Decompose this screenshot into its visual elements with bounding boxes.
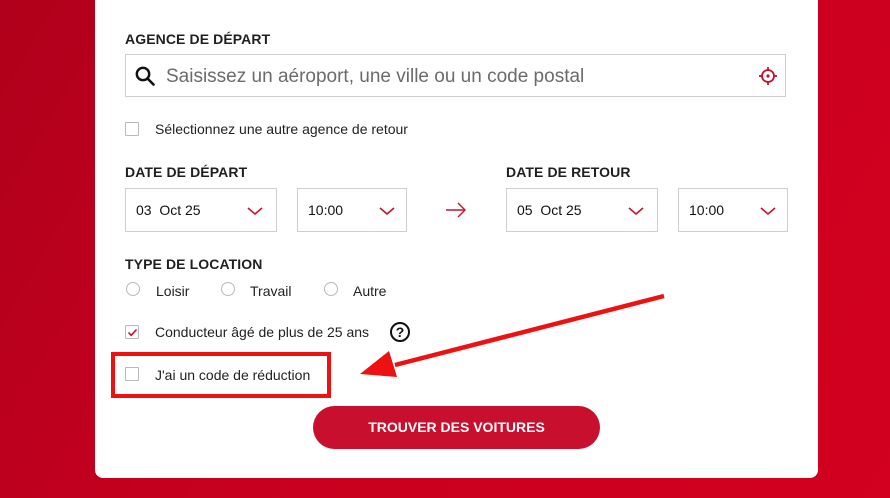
annotation-arrow	[360, 293, 665, 377]
